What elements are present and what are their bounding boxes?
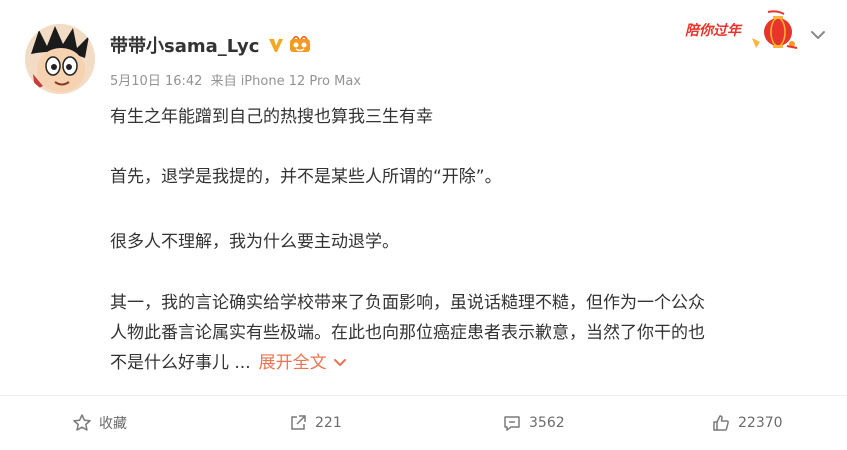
post-text-line: 不是什么好事儿 ... <box>110 353 251 373</box>
thumbs-up-icon <box>713 415 729 431</box>
favorite-button[interactable]: 收藏 <box>72 410 127 436</box>
comment-icon <box>504 416 520 431</box>
post-text-line-last: 不是什么好事儿 ... 展开全文 <box>110 349 705 379</box>
username[interactable]: 带带小sama_Lyc <box>110 32 311 58</box>
post-text-line: 其一，我的言论确实给学校带来了负面影响，虽说话糙理不糙，但作为一个公众 <box>110 293 705 313</box>
post-paragraph: 首先，退学是我提的，并不是某些人所谓的“开除”。 <box>110 167 502 187</box>
avatar[interactable] <box>25 24 95 94</box>
expand-label[interactable]: 展开全文 <box>259 353 327 373</box>
post-paragraph: 有生之年能蹭到自己的热搜也算我三生有幸 <box>110 107 433 127</box>
like-count[interactable]: 22370 <box>738 415 783 431</box>
comment-button[interactable]: 3562 <box>502 410 565 436</box>
forward-count[interactable]: 221 <box>315 415 342 431</box>
post-text-line: 人物此番言论属实有些极端。在此也向那位癌症患者表示歉意，当然了你干的也 <box>110 323 705 343</box>
festival-badge-text: 陪你过年 <box>685 23 741 39</box>
post-date[interactable]: 5月10日 16:42 <box>110 74 202 89</box>
post-source: 来自 iPhone 12 Pro Max <box>210 74 362 89</box>
chevron-down-icon <box>333 359 346 366</box>
festival-badge[interactable]: 陪你过年 <box>680 8 798 52</box>
share-icon <box>291 415 306 430</box>
post-paragraph: 很多人不理解，我为什么要主动退学。 <box>110 232 399 252</box>
post-paragraph: 其一，我的言论确实给学校带来了负面影响，虽说话糙理不糙，但作为一个公众 人物此番… <box>110 289 705 379</box>
action-bar: 收藏 221 3562 22370 <box>0 396 847 450</box>
favorite-label[interactable]: 收藏 <box>99 413 127 433</box>
post-meta: 5月10日 16:42 来自 iPhone 12 Pro Max <box>110 70 361 89</box>
like-button[interactable]: 22370 <box>711 410 783 436</box>
expand-full-text-link[interactable]: 展开全文 <box>259 353 347 373</box>
verified-v-icon <box>269 39 284 52</box>
author-name[interactable]: 带带小sama_Lyc <box>110 32 259 58</box>
more-options-button[interactable] <box>807 24 829 46</box>
star-icon <box>73 414 91 431</box>
forward-button[interactable]: 221 <box>288 410 342 436</box>
weibo-post-card: 带带小sama_Lyc 5月10日 16:42 来自 iPhone 12 Pro… <box>0 0 847 450</box>
chevron-down-icon <box>811 31 825 39</box>
vip-member-icon[interactable] <box>289 36 311 54</box>
comment-count[interactable]: 3562 <box>529 415 565 431</box>
